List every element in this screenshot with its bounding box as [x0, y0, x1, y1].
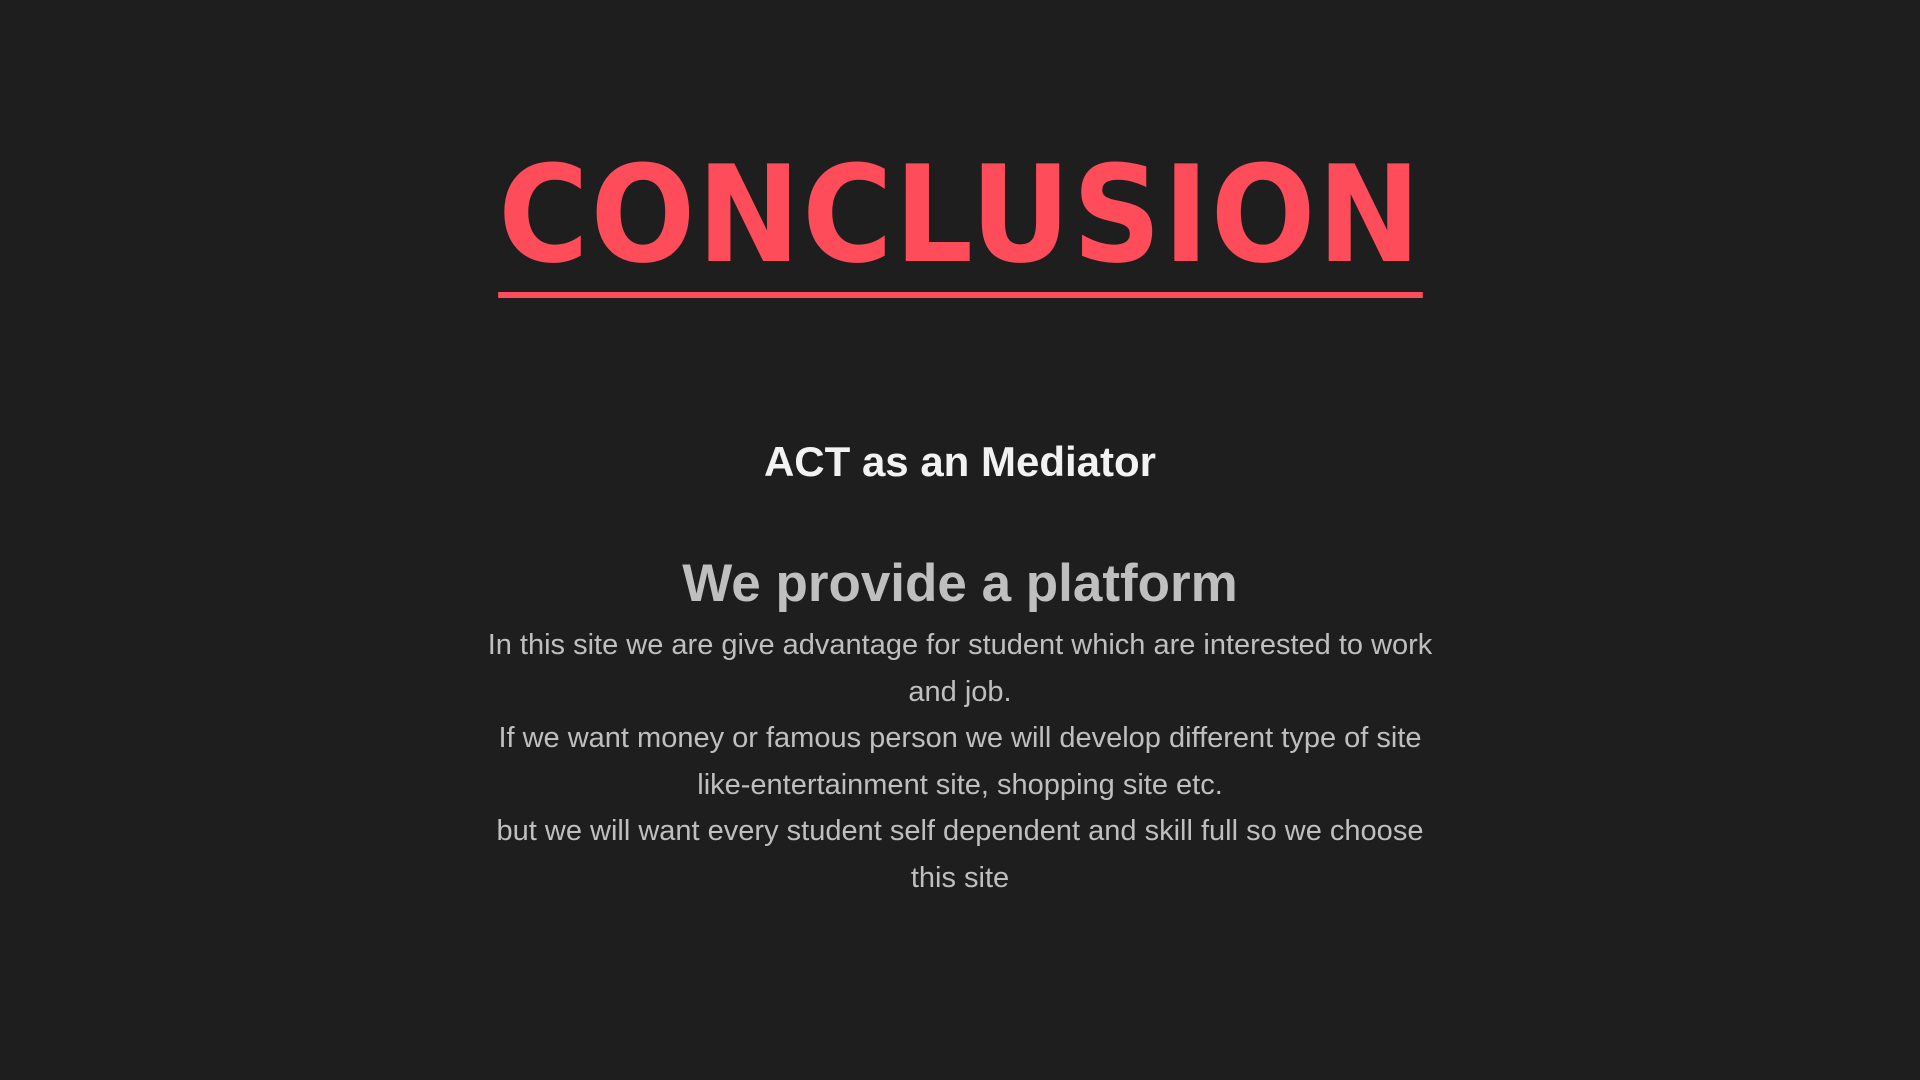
section-heading: We provide a platform [682, 554, 1238, 613]
body-text: In this site we are give advantage for s… [480, 622, 1440, 901]
slide: CONCLUSION ACT as an Mediator We provide… [0, 0, 1920, 1080]
paragraph-2: If we want money or famous person we wil… [498, 722, 1422, 801]
slide-title: CONCLUSION [0, 148, 1920, 298]
paragraph-1: In this site we are give advantage for s… [487, 629, 1433, 708]
slide-subtitle: ACT as an Mediator [763, 438, 1157, 485]
slide-title-text: CONCLUSION [497, 148, 1423, 298]
paragraph-3: but we will want every student self depe… [496, 815, 1424, 894]
